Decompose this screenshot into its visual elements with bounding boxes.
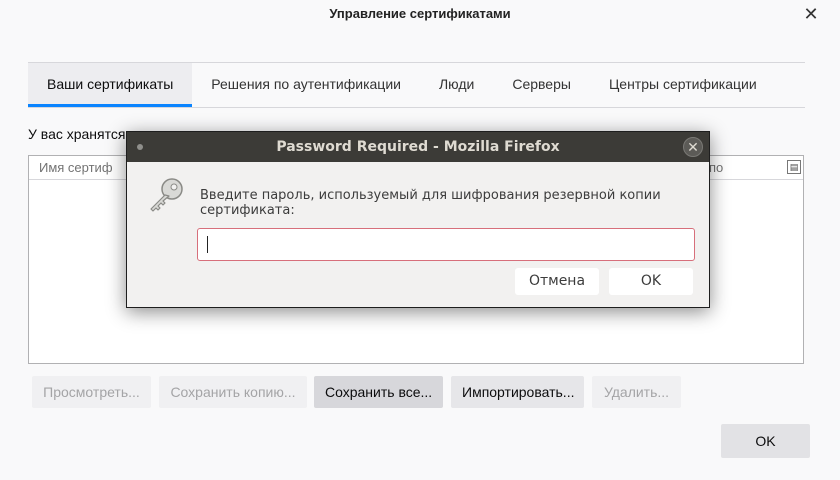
tab-people[interactable]: Люди	[420, 63, 493, 107]
import-button[interactable]: Импортировать...	[451, 376, 584, 408]
text-caret	[207, 236, 208, 253]
backup-all-button[interactable]: Сохранить все...	[314, 376, 443, 408]
column-header-name[interactable]: Имя сертиф	[39, 156, 113, 180]
close-icon[interactable]: ✕	[802, 4, 820, 24]
ok-button[interactable]: OK	[721, 424, 810, 458]
delete-button[interactable]: Удалить...	[592, 376, 681, 408]
window-title: Управление сертификатами	[329, 6, 511, 21]
tab-authentication-decisions[interactable]: Решения по аутентификации	[192, 63, 420, 107]
view-button[interactable]: Просмотреть...	[32, 376, 151, 408]
intro-text: У вас хранятся	[28, 126, 126, 142]
dialog-title: Password Required - Mozilla Firefox	[276, 139, 560, 155]
tab-your-certificates[interactable]: Ваши сертификаты	[28, 63, 193, 107]
dialog-titlebar: Password Required - Mozilla Firefox ✕	[127, 132, 709, 162]
column-header-device[interactable]: по	[709, 156, 723, 180]
password-dialog: Password Required - Mozilla Firefox ✕ Вв…	[126, 131, 710, 308]
tab-bar: Ваши сертификаты Решения по аутентификац…	[28, 62, 805, 108]
dialog-ok-button[interactable]: OK	[609, 268, 693, 295]
dialog-close-icon[interactable]: ✕	[683, 137, 703, 157]
column-picker-icon[interactable]: ▤	[787, 160, 801, 174]
tab-servers[interactable]: Серверы	[493, 63, 590, 107]
backup-button[interactable]: Сохранить копию...	[159, 376, 307, 408]
tab-authorities[interactable]: Центры сертификации	[590, 63, 776, 107]
key-icon	[145, 175, 187, 222]
window-titlebar: Управление сертификатами ✕	[0, 0, 840, 30]
cancel-button[interactable]: Отмена	[515, 268, 599, 295]
dialog-message: Введите пароль, используемый для шифрова…	[200, 188, 661, 218]
password-input[interactable]	[197, 228, 695, 261]
